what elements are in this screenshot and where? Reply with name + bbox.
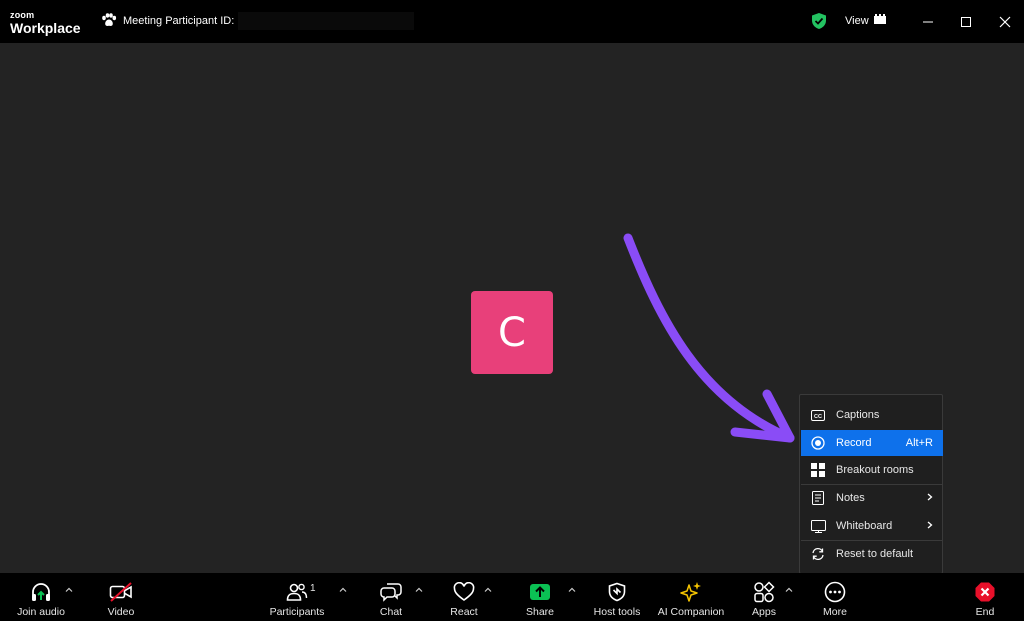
apps-label: Apps [752,606,776,618]
menu-item-label: Breakout rooms [836,464,914,476]
share-button[interactable]: Share [522,573,558,621]
participants-count: 1 [310,583,316,594]
menu-item-whiteboard[interactable]: Whiteboard [801,513,943,539]
brand-bottom: Workplace [10,20,81,36]
menu-item-label: Record [836,437,872,449]
share-label: Share [525,606,555,618]
paw-icon [101,12,117,30]
chat-options-chevron-up-icon[interactable] [414,585,424,595]
apps-button[interactable]: Apps [748,573,780,621]
participants-label: Participants [269,606,325,618]
menu-item-label: Notes [836,492,865,504]
react-button[interactable]: React [446,573,482,621]
brand-top: zoom [10,10,35,20]
whiteboard-icon [810,518,826,534]
meeting-toolbar: Join audio Video Participants 1 Chat Rea… [0,573,1024,621]
more-label: More [823,606,847,618]
share-options-chevron-up-icon[interactable] [567,585,577,595]
video-button[interactable]: Video [100,573,142,621]
apps-options-chevron-up-icon[interactable] [784,585,794,595]
host-tools-button[interactable]: Host tools [590,573,644,621]
chevron-right-icon [927,520,933,532]
participants-icon [286,581,308,603]
join-audio-button[interactable]: Join audio [12,573,70,621]
avatar-initial: C [498,309,526,356]
menu-item-notes[interactable]: Notes [801,485,943,511]
ai-sparkle-icon [680,581,702,603]
headphones-icon [30,581,52,603]
encryption-shield-icon[interactable] [811,12,827,35]
react-label: React [450,606,478,618]
notes-icon [810,490,826,506]
audio-options-chevron-up-icon[interactable] [64,585,74,595]
meeting-info[interactable]: Meeting Participant ID: [101,12,415,30]
minimize-button[interactable] [919,13,937,31]
captions-icon: CC [810,407,826,423]
svg-text:CC: CC [814,413,822,419]
chat-label: Chat [379,606,403,618]
more-dots-icon [824,581,846,603]
share-screen-icon [529,581,551,603]
chevron-right-icon [927,492,933,504]
participants-button[interactable]: Participants [266,573,328,621]
video-label: Video [107,606,135,618]
reset-icon [810,546,826,562]
menu-item-label: Whiteboard [836,520,893,532]
record-shortcut: Alt+R [905,437,933,449]
close-window-button[interactable] [996,13,1014,31]
record-icon [810,435,826,451]
menu-item-record[interactable]: Record Alt+R [801,430,943,456]
maximize-button[interactable] [957,13,975,31]
react-options-chevron-up-icon[interactable] [483,585,493,595]
chat-button[interactable]: Chat [374,573,408,621]
end-meeting-button[interactable]: End [968,573,1002,621]
end-label: End [975,606,995,618]
breakout-rooms-icon [810,462,826,478]
zoom-workplace-logo: zoom Workplace [10,10,81,36]
end-icon [974,581,996,603]
menu-item-label: Reset to default [836,548,914,560]
apps-icon [753,581,775,603]
heart-icon [453,581,475,603]
more-menu: CC Captions Record Alt+R Breakout rooms … [799,394,943,574]
menu-item-breakout-rooms[interactable]: Breakout rooms [801,457,943,483]
ai-companion-label: AI Companion [657,606,725,618]
video-off-icon [109,581,133,603]
participants-options-chevron-up-icon[interactable] [338,585,348,595]
chat-icon [380,581,402,603]
menu-item-reset-to-default[interactable]: Reset to default [801,541,943,567]
view-label: View [845,14,869,27]
view-button[interactable]: View [845,14,886,27]
meeting-id-value [238,12,415,30]
title-bar: zoom Workplace Meeting Participant ID: V… [0,0,1024,43]
more-button[interactable]: More [818,573,852,621]
ai-companion-button[interactable]: AI Companion [656,573,726,621]
join-audio-label: Join audio [17,606,65,618]
meeting-id-label: Meeting Participant ID: [123,15,235,27]
view-grid-icon [873,14,886,27]
menu-item-captions[interactable]: CC Captions [801,402,943,428]
menu-item-label: Captions [836,409,880,421]
host-tools-label: Host tools [593,606,641,618]
host-tools-shield-icon [608,581,626,603]
participant-avatar: C [471,291,553,374]
